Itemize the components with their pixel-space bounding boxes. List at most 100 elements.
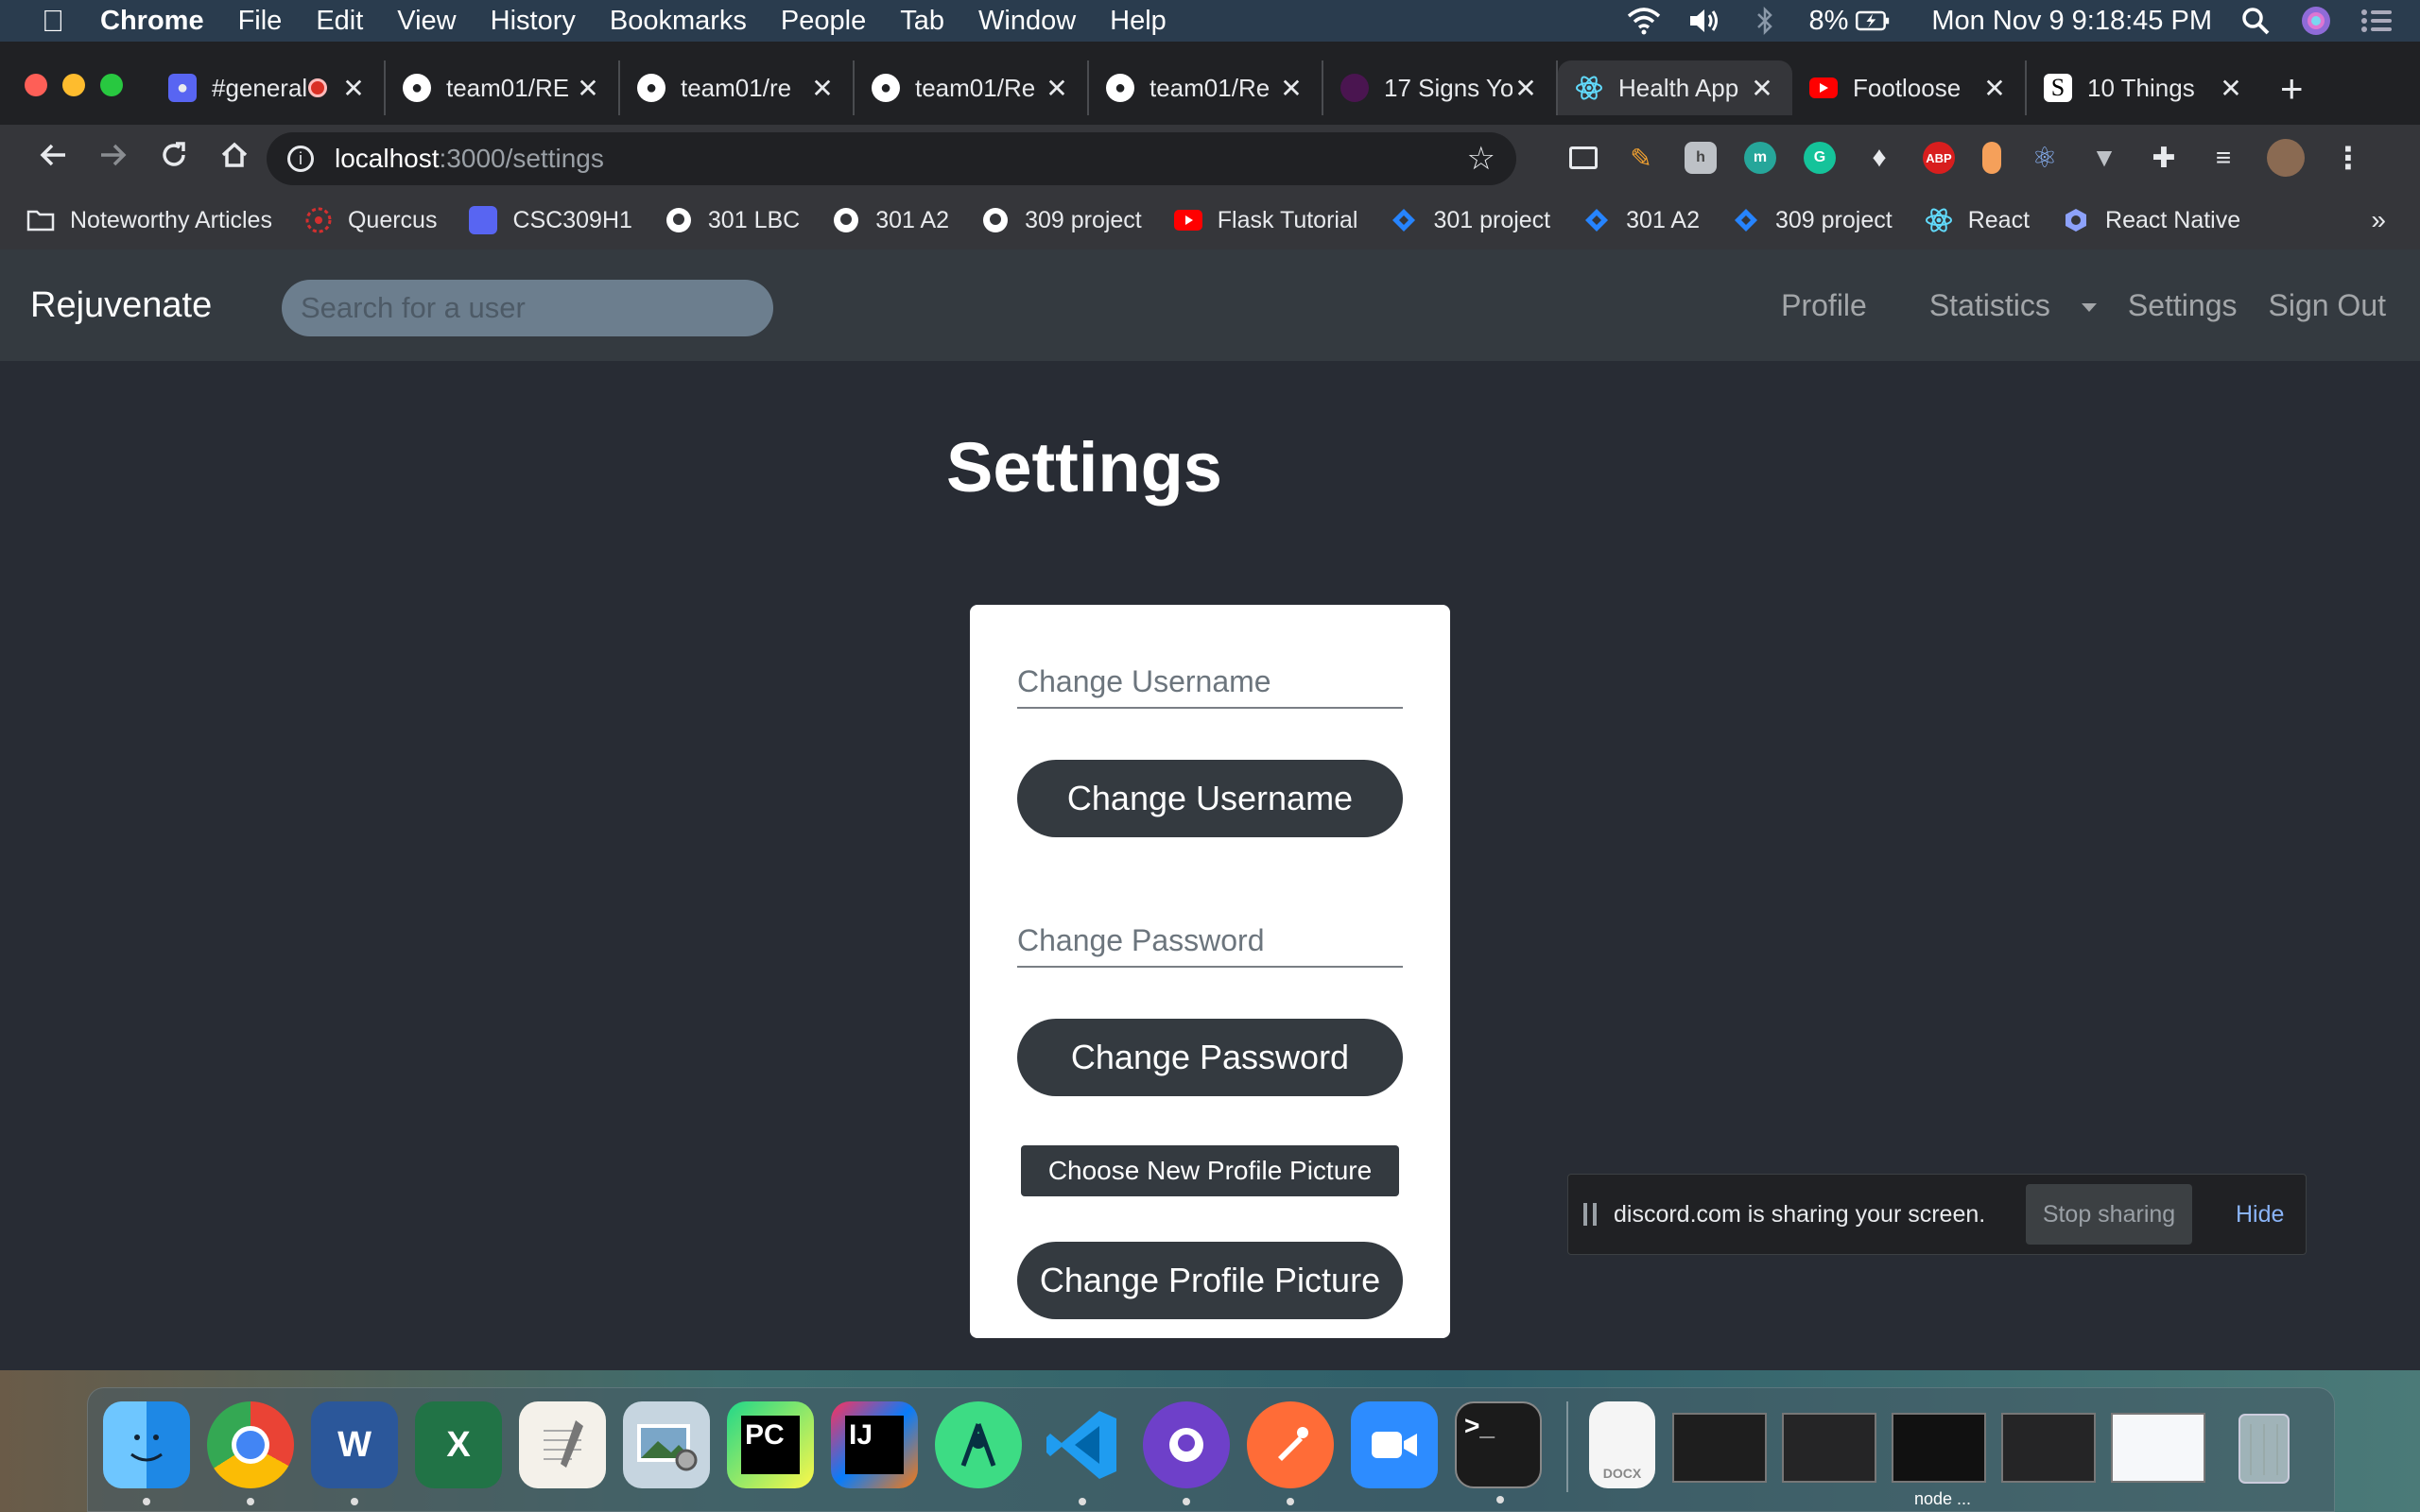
more-bookmarks-icon[interactable]: »: [2371, 205, 2386, 235]
bookmark-301-lbc[interactable]: 301 LBC: [665, 206, 800, 234]
user-search-input[interactable]: Search for a user: [282, 280, 773, 336]
choose-profile-picture-button[interactable]: Choose New Profile Picture: [1021, 1145, 1399, 1196]
new-tab-button[interactable]: +: [2280, 66, 2304, 112]
close-tab-icon[interactable]: ✕: [1981, 73, 2008, 104]
menu-app-name[interactable]: Chrome: [100, 6, 204, 37]
vue-devtools-extension-icon[interactable]: ▼: [2088, 142, 2120, 174]
menu-clock[interactable]: Mon Nov 9 9:18:45 PM: [1931, 6, 2212, 37]
close-tab-icon[interactable]: ✕: [809, 73, 836, 104]
bookmark-flask-tutorial[interactable]: Flask Tutorial: [1173, 206, 1357, 234]
vscode-window-thumbnail[interactable]: [1782, 1413, 1876, 1483]
reload-icon[interactable]: [144, 138, 204, 178]
stop-sharing-button[interactable]: Stop sharing: [2026, 1184, 2192, 1245]
apple-menu-icon[interactable]: : [25, 4, 81, 39]
tab-github-2[interactable]: ● team01/re ✕: [620, 60, 855, 115]
terminal-node-thumbnail[interactable]: node ...: [1892, 1413, 1986, 1508]
close-tab-icon[interactable]: ✕: [1749, 73, 1775, 104]
tab-github-3[interactable]: ● team01/Re ✕: [855, 60, 1089, 115]
change-password-input[interactable]: Change Password: [1017, 915, 1403, 968]
change-profile-picture-button[interactable]: Change Profile Picture: [1017, 1242, 1403, 1319]
bookmark-csc309h1[interactable]: CSC309H1: [469, 206, 632, 234]
address-bar[interactable]: i localhost:3000/settings ☆: [267, 132, 1516, 185]
tab-article[interactable]: 17 Signs Yo ✕: [1323, 60, 1558, 115]
change-username-button[interactable]: Change Username: [1017, 760, 1403, 837]
diamond-extension-icon[interactable]: ♦: [1863, 142, 1895, 174]
nav-profile-link[interactable]: Profile: [1781, 288, 1867, 323]
bookmark-309-project-github[interactable]: 309 project: [981, 206, 1142, 234]
hide-share-button[interactable]: Hide: [2236, 1184, 2284, 1245]
github-window-thumbnail[interactable]: [2111, 1413, 2205, 1483]
maximize-window-button[interactable]: [100, 74, 123, 96]
notification-center-icon[interactable]: [2360, 4, 2394, 38]
home-icon[interactable]: [204, 138, 265, 178]
bookmark-noteworthy-articles[interactable]: Noteworthy Articles: [26, 206, 272, 234]
adblock-plus-extension-icon[interactable]: ABP: [1923, 142, 1955, 174]
mercury-extension-icon[interactable]: m: [1744, 142, 1776, 174]
react-devtools-extension-icon[interactable]: ⚛: [2029, 142, 2061, 174]
tab-github-1[interactable]: ● team01/RE ✕: [386, 60, 620, 115]
menu-file[interactable]: File: [238, 6, 283, 37]
spotlight-search-icon[interactable]: [2238, 4, 2273, 38]
close-tab-icon[interactable]: ✕: [2218, 73, 2244, 104]
siri-icon[interactable]: [2299, 4, 2333, 38]
pencil-extension-icon[interactable]: ✎: [1625, 142, 1657, 174]
menu-window[interactable]: Window: [978, 6, 1076, 37]
menu-history[interactable]: History: [491, 6, 576, 37]
finder-icon[interactable]: [103, 1401, 190, 1505]
terminal-icon[interactable]: >_: [1455, 1401, 1542, 1503]
chrome-menu-icon[interactable]: ⋮: [2332, 141, 2364, 175]
postman-icon[interactable]: [1247, 1401, 1334, 1505]
menu-edit[interactable]: Edit: [316, 6, 363, 37]
bookmark-301-a2-github[interactable]: 301 A2: [832, 206, 949, 234]
nav-sign-out-link[interactable]: Sign Out: [2268, 288, 2386, 323]
close-tab-icon[interactable]: ✕: [1278, 73, 1305, 104]
pill-extension-icon[interactable]: [1982, 142, 2001, 174]
chrome-icon[interactable]: [207, 1401, 294, 1505]
screenshot-extension-icon[interactable]: [1569, 146, 1598, 169]
tab-health-app[interactable]: Health App ✕: [1558, 60, 1792, 115]
forward-arrow-icon[interactable]: [83, 138, 144, 178]
site-info-icon[interactable]: i: [287, 146, 314, 172]
menu-bookmarks[interactable]: Bookmarks: [610, 6, 747, 37]
android-studio-icon[interactable]: [935, 1401, 1022, 1488]
menu-people[interactable]: People: [781, 6, 866, 37]
change-password-button[interactable]: Change Password: [1017, 1019, 1403, 1096]
menu-tab[interactable]: Tab: [900, 6, 944, 37]
wifi-icon[interactable]: [1627, 4, 1661, 38]
trash-icon[interactable]: [2221, 1401, 2308, 1488]
excel-icon[interactable]: X: [415, 1401, 502, 1488]
bookmark-301-a2-jira[interactable]: 301 A2: [1582, 206, 1700, 234]
back-arrow-icon[interactable]: [23, 138, 83, 178]
menu-help[interactable]: Help: [1110, 6, 1167, 37]
bookmark-react-native[interactable]: React Native: [2062, 206, 2240, 234]
bookmark-301-project-jira[interactable]: 301 project: [1390, 206, 1550, 234]
vscode-window-thumbnail-2[interactable]: [2001, 1413, 2096, 1483]
github-desktop-icon[interactable]: [1143, 1401, 1230, 1505]
bookmark-star-icon[interactable]: ☆: [1467, 140, 1495, 178]
menu-view[interactable]: View: [397, 6, 456, 37]
zoom-icon[interactable]: [1351, 1401, 1438, 1488]
close-tab-icon[interactable]: ✕: [575, 73, 601, 104]
change-username-input[interactable]: Change Username: [1017, 656, 1403, 709]
tab-youtube[interactable]: Footloose ✕: [1792, 60, 2027, 115]
vscode-icon[interactable]: [1039, 1401, 1126, 1505]
word-icon[interactable]: W: [311, 1401, 398, 1505]
close-window-button[interactable]: [25, 74, 47, 96]
close-tab-icon[interactable]: ✕: [1044, 73, 1070, 104]
app-brand[interactable]: Rejuvenate: [30, 285, 212, 326]
bookmark-309-project-jira[interactable]: 309 project: [1732, 206, 1893, 234]
preview-icon[interactable]: [623, 1401, 710, 1488]
nav-statistics-dropdown[interactable]: Statistics: [1898, 288, 2097, 323]
puzzle-extensions-icon[interactable]: ✚: [2148, 142, 2180, 174]
intellij-icon[interactable]: IJ: [831, 1401, 918, 1488]
grammarly-extension-icon[interactable]: G: [1804, 142, 1836, 174]
media-control-icon[interactable]: ≡: [2207, 142, 2239, 174]
volume-icon[interactable]: [1687, 4, 1721, 38]
docx-document-icon[interactable]: DOCX: [1589, 1401, 1655, 1488]
textedit-icon[interactable]: [519, 1401, 606, 1488]
bluetooth-icon[interactable]: [1748, 4, 1782, 38]
bookmark-quercus[interactable]: Quercus: [304, 206, 437, 234]
hypothesis-extension-icon[interactable]: h: [1685, 142, 1717, 174]
tab-s-article[interactable]: S 10 Things ✕: [2027, 60, 2261, 115]
close-tab-icon[interactable]: ✕: [340, 73, 367, 104]
